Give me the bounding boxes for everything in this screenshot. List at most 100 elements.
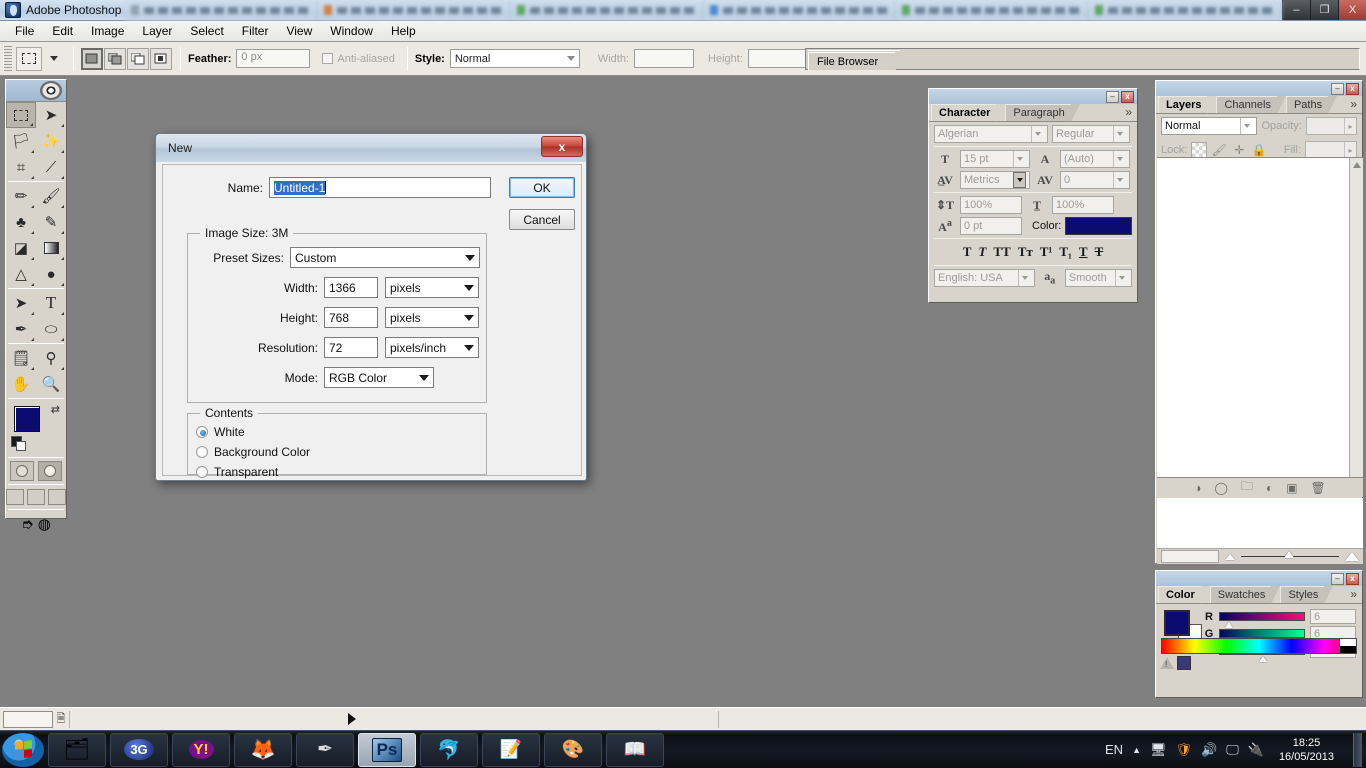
jump-to-buttons[interactable]: ➮ ◍ [6,511,66,537]
color-palette[interactable]: – x Color Swatches Styles » R 6 G 6 B 12… [1155,570,1363,698]
opacity-slider-arrow-icon[interactable]: ▸ [1344,118,1356,134]
show-desktop-button[interactable] [1353,732,1362,767]
strikethrough-icon[interactable]: T [1095,244,1104,260]
network-icon[interactable]: 🖥 [1150,742,1167,758]
mask-mode-buttons[interactable] [6,459,66,483]
menu-window[interactable]: Window [321,22,382,40]
chevron-down-icon[interactable] [1240,118,1253,134]
zoom-tool[interactable]: 🔍 [36,371,66,397]
menu-bar[interactable]: File Edit Image Layer Select Filter View… [0,21,1366,42]
subscript-icon[interactable]: T₁ [1059,244,1072,260]
height-input[interactable] [747,49,808,68]
menu-image[interactable]: Image [82,22,133,40]
lasso-tool[interactable]: 🏳 [6,128,36,154]
layer-style-icon[interactable]: ◑ [1194,481,1201,495]
red-value-input[interactable]: 6 [1310,609,1356,624]
minimize-button[interactable]: – [1282,0,1310,20]
color-swatches[interactable]: ⇄ [6,400,66,456]
font-style-select[interactable]: Regular [1052,125,1130,143]
text-style-buttons[interactable]: T T TT Tᴛ T¹ T₁ T T [934,242,1132,262]
faux-italic-icon[interactable]: T [978,244,986,260]
default-colors-icon[interactable] [11,436,26,451]
start-button[interactable] [2,732,44,767]
horizontal-scale-input[interactable]: 100% [1052,196,1114,214]
leading-input[interactable]: (Auto) [1060,150,1130,168]
volume-icon[interactable]: 🔊 [1201,742,1217,758]
slice-tool[interactable]: ⟋ [36,154,66,180]
palette-menu-icon[interactable]: » [1125,105,1132,119]
tool-preset-chevron-down-icon[interactable] [50,56,58,61]
standard-screen-mode-icon[interactable] [6,489,24,505]
display-icon[interactable]: 🖵 [1226,742,1239,758]
opera-task[interactable]: ✒ [296,732,354,767]
layers-palette-buttons[interactable]: ◑ ◯ 🗀 ◐ ▣ 🗑 [1157,477,1363,497]
small-caps-icon[interactable]: Tᴛ [1018,244,1033,260]
tab-channels[interactable]: Channels [1216,96,1287,114]
feather-input[interactable]: 0 px [236,49,311,68]
preset-sizes-select[interactable]: Custom [290,247,480,268]
resolution-input[interactable]: 72 [324,337,378,358]
application-title-bar[interactable]: Adobe Photoshop – ❐ X [0,0,1366,21]
new-selection-button[interactable] [81,47,103,70]
selection-mode-buttons[interactable] [81,47,173,70]
standard-mode-icon[interactable] [10,461,34,481]
notes-tool[interactable]: 🗒 [6,345,36,371]
dictionary-task[interactable]: 📖 [606,732,664,767]
minimize-button[interactable]: – [1106,90,1119,103]
character-palette-titlebar[interactable]: – x [929,89,1137,104]
new-layer-icon[interactable]: ▣ [1286,481,1297,495]
close-button[interactable]: x [1121,90,1134,103]
tracking-input[interactable]: 0 [1060,171,1130,189]
superscript-icon[interactable]: T¹ [1040,244,1053,260]
menu-help[interactable]: Help [382,22,425,40]
window-controls[interactable]: – ❐ X [1282,0,1366,21]
mode-select[interactable]: RGB Color [324,367,434,388]
language-indicator[interactable]: EN [1105,742,1123,757]
character-palette[interactable]: – x Character Paragraph » Algerian Regul… [928,88,1138,303]
palette-size-slider-row[interactable] [1157,548,1363,564]
menu-layer[interactable]: Layer [133,22,181,40]
new-document-dialog[interactable]: New x Name: Untitled-1 OK Cancel Image S… [155,133,587,481]
rectangular-marquee-icon[interactable] [16,46,42,71]
type-tool[interactable]: T [36,290,66,316]
windows-taskbar[interactable]: 🗂 3G Y! 🦊 ✒ Ps 🐬 📝 🎨 📖 EN ▲ 🖥 🛡 🔊 🖵 🔌 18… [0,730,1366,768]
language-select[interactable]: English: USA [934,269,1035,287]
in-gamut-color-swatch[interactable] [1177,656,1191,670]
menu-filter[interactable]: Filter [233,22,278,40]
dialog-title-bar[interactable]: New x [156,134,586,162]
add-to-selection-button[interactable] [104,47,126,70]
layers-palette-tabs[interactable]: Layers Channels Paths » [1156,96,1362,114]
new-group-icon[interactable]: 🗀 [1241,477,1253,498]
windows-explorer-task[interactable]: 🗂 [48,732,106,767]
tab-file-browser[interactable]: File Browser [808,52,906,71]
kerning-input[interactable]: Metrics [960,171,1030,189]
color-palette-titlebar[interactable]: – x [1156,571,1362,586]
fill-slider-arrow-icon[interactable]: ▸ [1344,142,1356,158]
blend-mode-select[interactable]: Normal [1161,117,1258,135]
path-selection-tool[interactable]: ➤ [6,290,36,316]
tab-styles[interactable]: Styles [1280,586,1334,604]
foreground-color-swatch[interactable] [14,406,40,432]
tab-swatches[interactable]: Swatches [1209,586,1281,604]
full-screen-menubar-icon[interactable] [27,489,45,505]
tab-color[interactable]: Color [1158,586,1210,604]
lock-all-icon[interactable]: 🔒 [1251,142,1267,158]
anti-alias-select[interactable]: Smooth [1064,269,1132,287]
browser-3g-task[interactable]: 3G [110,732,168,767]
layers-palette-titlebar[interactable]: – x [1156,81,1362,96]
zoom-level-input[interactable] [3,710,53,728]
chevron-down-icon[interactable] [1031,126,1044,142]
firefox-task[interactable]: 🦊 [234,732,292,767]
tools-palette[interactable]: ➤ 🏳 ✨ ⌗ ⟋ ✏ 🖌 ♣ ✎ ◪ △ ● ➤ T ✒ ⬭ 🗒 ⚲ ✋ 🔍 [5,79,67,533]
minimize-button[interactable]: – [1331,82,1344,95]
ok-button[interactable]: OK [509,177,575,198]
vertical-scale-input[interactable]: 100% [960,196,1022,214]
expand-arrow-icon[interactable] [348,713,356,725]
system-tray[interactable]: EN ▲ 🖥 🛡 🔊 🖵 🔌 18:25 16/05/2013 [1105,732,1366,767]
width-input[interactable] [634,49,695,68]
dodge-tool[interactable]: ● [36,261,66,287]
foreground-color-swatch[interactable] [1164,610,1190,636]
dolphin-browser-task[interactable]: 🐬 [420,732,478,767]
width-input[interactable]: 1366 [324,277,378,298]
lock-transparency-icon[interactable] [1191,142,1208,158]
